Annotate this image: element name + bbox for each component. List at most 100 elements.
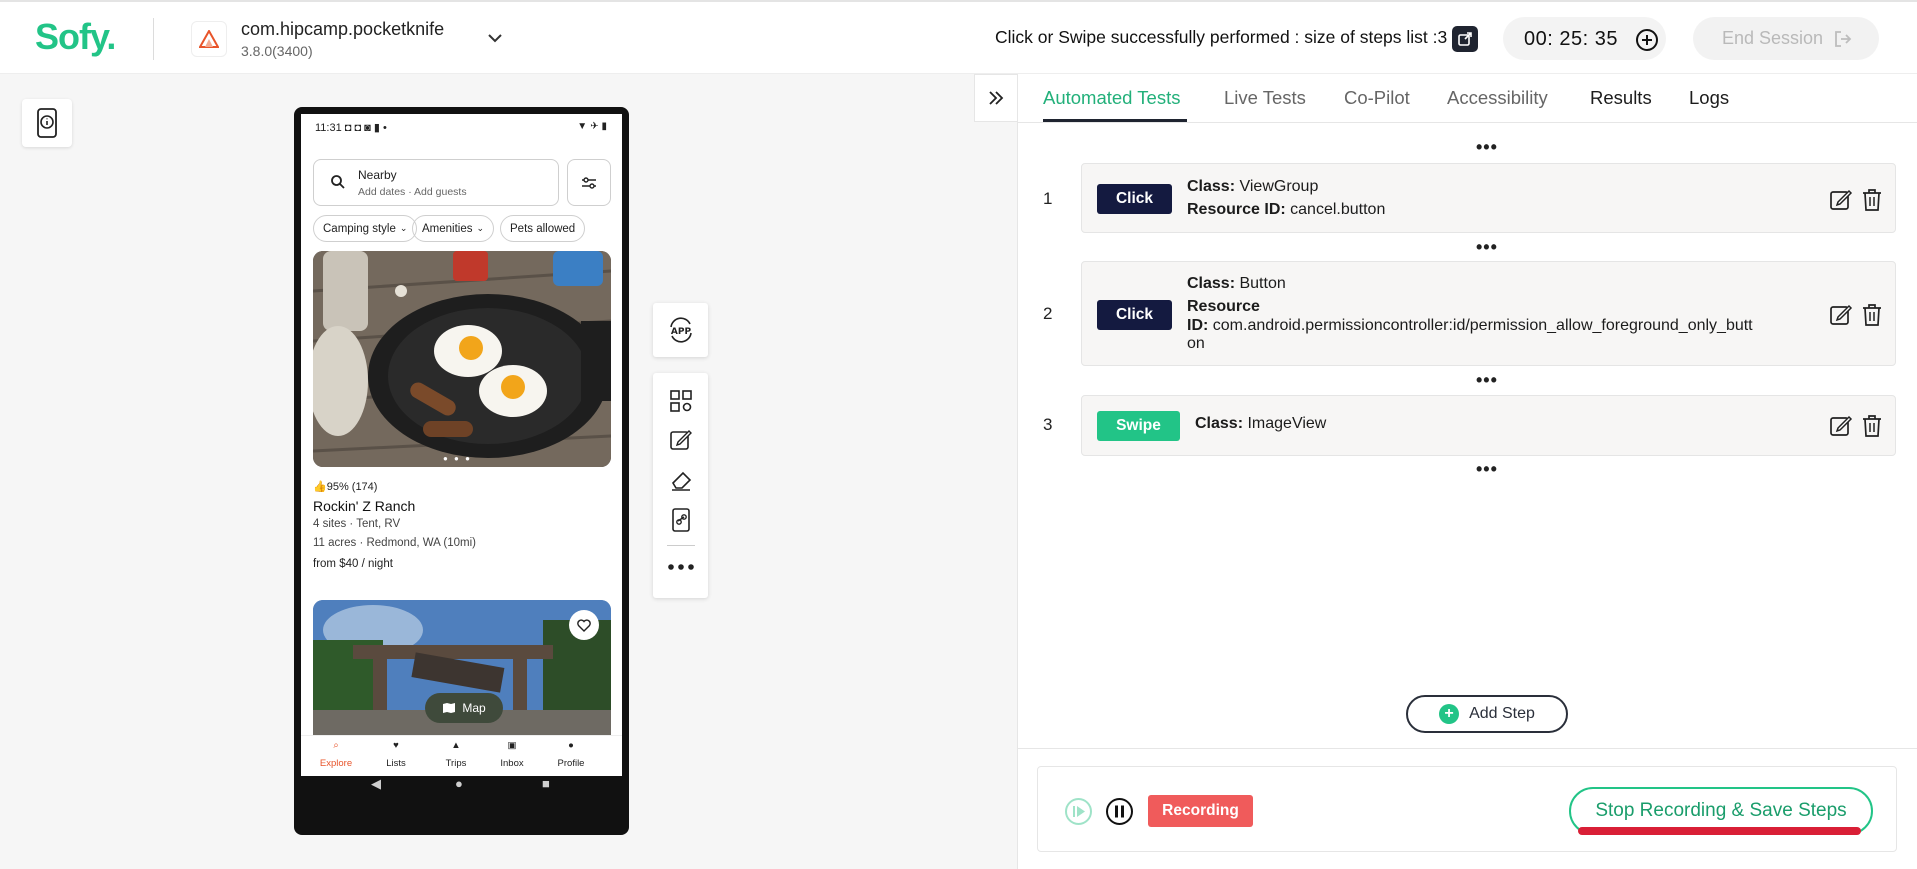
- nav-explore[interactable]: ⌕ Explore: [310, 740, 362, 769]
- tab-automated-tests[interactable]: Automated Tests: [1043, 87, 1180, 109]
- nav-profile[interactable]: ● Profile: [545, 740, 597, 769]
- edit-icon[interactable]: [667, 426, 695, 454]
- step-card-1[interactable]: Click Class: ViewGroup Resource ID: canc…: [1081, 163, 1896, 233]
- step-action-badge: Click: [1097, 300, 1172, 330]
- step-number: 2: [1043, 304, 1053, 323]
- tab-results[interactable]: Results: [1590, 87, 1652, 109]
- insert-step-ellipsis[interactable]: •••: [1476, 137, 1498, 158]
- add-step-button[interactable]: + Add Step: [1406, 695, 1568, 733]
- step-action-badge: Click: [1097, 184, 1172, 214]
- listing-title[interactable]: Rockin' Z Ranch: [313, 498, 415, 514]
- end-session-button[interactable]: End Session: [1693, 17, 1879, 60]
- end-session-label: End Session: [1722, 28, 1824, 48]
- step-card-3[interactable]: Swipe Class: ImageView: [1081, 395, 1896, 456]
- step-actions: [1829, 414, 1883, 438]
- search-box[interactable]: Nearby Add dates · Add guests: [313, 159, 559, 206]
- step-resource-id: Resource ID: cancel.button: [1187, 201, 1386, 218]
- chip-amenities[interactable]: Amenities ⌄: [412, 215, 495, 242]
- nav-inbox[interactable]: ▣ Inbox: [486, 740, 538, 769]
- listing-sites: 4 sites · Tent, RV: [313, 518, 401, 530]
- app-package-name: com.hipcamp.pocketknife: [241, 19, 445, 39]
- chevron-down-icon: ⌄: [399, 223, 408, 233]
- step-action-badge: Swipe: [1097, 411, 1180, 441]
- sofy-logo[interactable]: Sofy.: [35, 16, 116, 58]
- add-step-label: Add Step: [1469, 705, 1535, 722]
- step-resource-id: ID: com.android.permissioncontroller:id/…: [1187, 317, 1753, 352]
- insert-step-ellipsis[interactable]: •••: [1476, 237, 1498, 258]
- android-nav-bar: ◀ ● ■: [301, 776, 622, 797]
- pause-icon: [1106, 798, 1133, 825]
- app-icon: [191, 21, 227, 57]
- annotation-underline: [1578, 827, 1861, 835]
- step-actions: [1829, 188, 1883, 212]
- trash-icon[interactable]: [1861, 303, 1883, 327]
- nav-lists[interactable]: ♥ Lists: [370, 740, 422, 769]
- app-version: 3.8.0(3400): [241, 43, 313, 59]
- logout-icon: [1835, 30, 1852, 47]
- trash-icon[interactable]: [1861, 188, 1883, 212]
- collapse-panel-button[interactable]: [974, 74, 1018, 122]
- step-class: Class: Button: [1187, 275, 1286, 292]
- app-switch-button[interactable]: APP: [653, 303, 708, 357]
- step-number: 1: [1043, 189, 1053, 208]
- heart-icon: [577, 618, 591, 632]
- recents-icon[interactable]: ■: [542, 776, 550, 791]
- listing-rating: 👍95% (174): [313, 481, 378, 493]
- thumbs-up-icon: 👍: [313, 481, 327, 493]
- more-icon[interactable]: [667, 553, 695, 581]
- resume-button[interactable]: [1064, 797, 1093, 826]
- tool-panel: [653, 373, 708, 598]
- listing-photo[interactable]: ● ● ●: [313, 251, 611, 467]
- edit-icon[interactable]: [1829, 414, 1853, 438]
- step-class: Class: ViewGroup: [1187, 178, 1319, 195]
- trash-icon[interactable]: [1861, 414, 1883, 438]
- tab-co-pilot[interactable]: Co-Pilot: [1344, 87, 1410, 109]
- edit-icon[interactable]: [1829, 303, 1853, 327]
- recording-status-badge: Recording: [1148, 795, 1253, 827]
- device-frame: 11:31 ◘ ◘ ◙ ▮ • ▼✈▮ Nearby Add dates · A…: [294, 107, 629, 835]
- status-message: Click or Swipe successfully performed : …: [995, 27, 1448, 47]
- chat-icon: ▣: [507, 740, 517, 751]
- add-time-icon[interactable]: [1635, 28, 1659, 52]
- insert-step-ellipsis[interactable]: •••: [1476, 459, 1498, 480]
- chip-pets-allowed[interactable]: Pets allowed: [500, 215, 586, 242]
- edit-icon[interactable]: [1829, 188, 1853, 212]
- chip-camping-style[interactable]: Camping style ⌄: [313, 215, 418, 242]
- map-icon: [443, 703, 456, 713]
- sliders-icon: [582, 176, 596, 189]
- insert-step-ellipsis[interactable]: •••: [1476, 370, 1498, 391]
- heart-icon: ♥: [393, 740, 399, 751]
- filter-button[interactable]: [567, 159, 611, 206]
- status-bar-time: 11:31 ◘ ◘ ◙ ▮ •: [315, 122, 387, 134]
- back-icon[interactable]: ◀: [371, 776, 381, 792]
- device-link-icon[interactable]: [667, 506, 695, 534]
- tent-icon: ▲: [451, 740, 461, 751]
- home-icon[interactable]: ●: [455, 776, 463, 791]
- status-bar-icons: ▼✈▮: [577, 121, 610, 132]
- tab-accessibility[interactable]: Accessibility: [1447, 87, 1548, 109]
- nav-trips[interactable]: ▲ Trips: [430, 740, 482, 769]
- favorite-heart-button[interactable]: [569, 610, 599, 640]
- element-inspector-icon[interactable]: [667, 387, 695, 415]
- search-subtitle: Add dates · Add guests: [358, 186, 467, 198]
- chevron-down-icon[interactable]: [484, 27, 506, 49]
- header-divider: [153, 18, 154, 60]
- tab-logs[interactable]: Logs: [1689, 87, 1729, 109]
- tab-live-tests[interactable]: Live Tests: [1224, 87, 1306, 109]
- external-link-icon[interactable]: [1452, 26, 1478, 52]
- device-info-icon: [37, 108, 57, 138]
- device-screen[interactable]: 11:31 ◘ ◘ ◙ ▮ • ▼✈▮ Nearby Add dates · A…: [301, 114, 622, 797]
- map-button[interactable]: Map: [425, 693, 503, 723]
- plus-icon: +: [1439, 704, 1460, 724]
- listing-location: 11 acres · Redmond, WA (10mi): [313, 537, 476, 549]
- double-chevron-right-icon: [989, 91, 1004, 105]
- device-info-button[interactable]: [22, 99, 72, 147]
- search-title: Nearby: [358, 168, 397, 182]
- search-icon: [331, 175, 345, 189]
- tabs-bar: Automated Tests Live Tests Co-Pilot Acce…: [1018, 74, 1917, 123]
- pause-button[interactable]: [1105, 797, 1134, 826]
- svg-text:APP: APP: [670, 327, 691, 337]
- eraser-icon[interactable]: [667, 466, 695, 494]
- step-class: Class: ImageView: [1195, 415, 1327, 432]
- step-card-2[interactable]: Click Class: Button Resource ID: com.and…: [1081, 261, 1896, 366]
